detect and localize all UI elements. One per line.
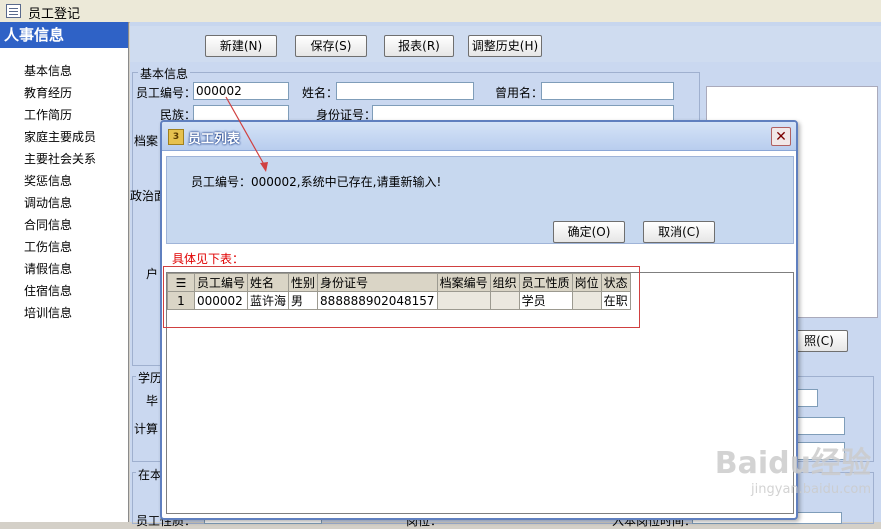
detail-label: 具体见下表：: [172, 252, 245, 266]
sidebar-item-social-relations[interactable]: 主要社会关系: [24, 150, 96, 167]
sidebar-item-transfers[interactable]: 调动信息: [24, 194, 72, 211]
basic-info-group-title: 基本信息: [138, 65, 191, 82]
photo-button[interactable]: 照(C): [790, 330, 848, 352]
report-button[interactable]: 报表(R): [384, 35, 454, 57]
emp-id-input[interactable]: 000002: [193, 82, 289, 100]
sidebar-item-injury[interactable]: 工伤信息: [24, 238, 72, 255]
highlight-box: [163, 266, 640, 328]
former-name-input[interactable]: [541, 82, 674, 100]
window-titlebar: 员工登记: [0, 0, 881, 23]
name-label: 姓名：: [302, 86, 339, 100]
sidebar-item-work-history[interactable]: 工作简历: [24, 106, 72, 123]
dialog-titlebar: 3 员工列表 ✕: [162, 122, 796, 151]
cancel-button[interactable]: 取消(C): [643, 221, 715, 243]
edu-field-1[interactable]: [796, 417, 845, 435]
edu-dropdown[interactable]: [796, 389, 818, 407]
ok-button[interactable]: 确定(O): [553, 221, 625, 243]
former-name-label: 曾用名：: [495, 86, 544, 100]
sidebar-item-rewards[interactable]: 奖惩信息: [24, 172, 72, 189]
history-button[interactable]: 调整历史(H): [468, 35, 542, 57]
sidebar-item-education[interactable]: 教育经历: [24, 84, 72, 101]
message-panel: 员工编号：000002,系统中已存在,请重新输入! 确定(O) 取消(C): [166, 156, 794, 244]
sidebar-item-basic-info[interactable]: 基本信息: [24, 62, 72, 79]
sidebar: 人事信息 基本信息 教育经历 工作简历 家庭主要成员 主要社会关系 奖惩信息 调…: [0, 22, 129, 522]
calc-label: 计算: [134, 422, 159, 436]
sidebar-item-training[interactable]: 培训信息: [24, 304, 72, 321]
dialog-title: 员工列表: [188, 132, 241, 147]
sidebar-item-family[interactable]: 家庭主要成员: [24, 128, 96, 145]
sidebar-item-lodging[interactable]: 住宿信息: [24, 282, 72, 299]
watermark-url: jingyan.baidu.com: [751, 482, 871, 497]
watermark-brand: Baidu经验: [714, 446, 871, 481]
window-title: 员工登记: [28, 7, 81, 22]
close-icon[interactable]: ✕: [771, 127, 791, 146]
household-label: 户: [146, 267, 159, 281]
archive-label: 档案: [134, 134, 159, 148]
save-button[interactable]: 保存(S): [295, 35, 367, 57]
grad-label: 毕: [146, 394, 159, 408]
name-input[interactable]: [336, 82, 474, 100]
app-icon: 3: [168, 129, 184, 145]
sidebar-item-leave[interactable]: 请假信息: [24, 260, 72, 277]
emp-id-label: 员工编号：: [136, 86, 197, 100]
window-icon: [6, 4, 21, 18]
sidebar-header: 人事信息: [0, 22, 128, 48]
new-button[interactable]: 新建(N): [205, 35, 277, 57]
error-message: 员工编号：000002,系统中已存在,请重新输入!: [191, 175, 442, 189]
watermark: Baidu经验 jingyan.baidu.com: [715, 438, 871, 497]
sidebar-item-contracts[interactable]: 合同信息: [24, 216, 72, 233]
